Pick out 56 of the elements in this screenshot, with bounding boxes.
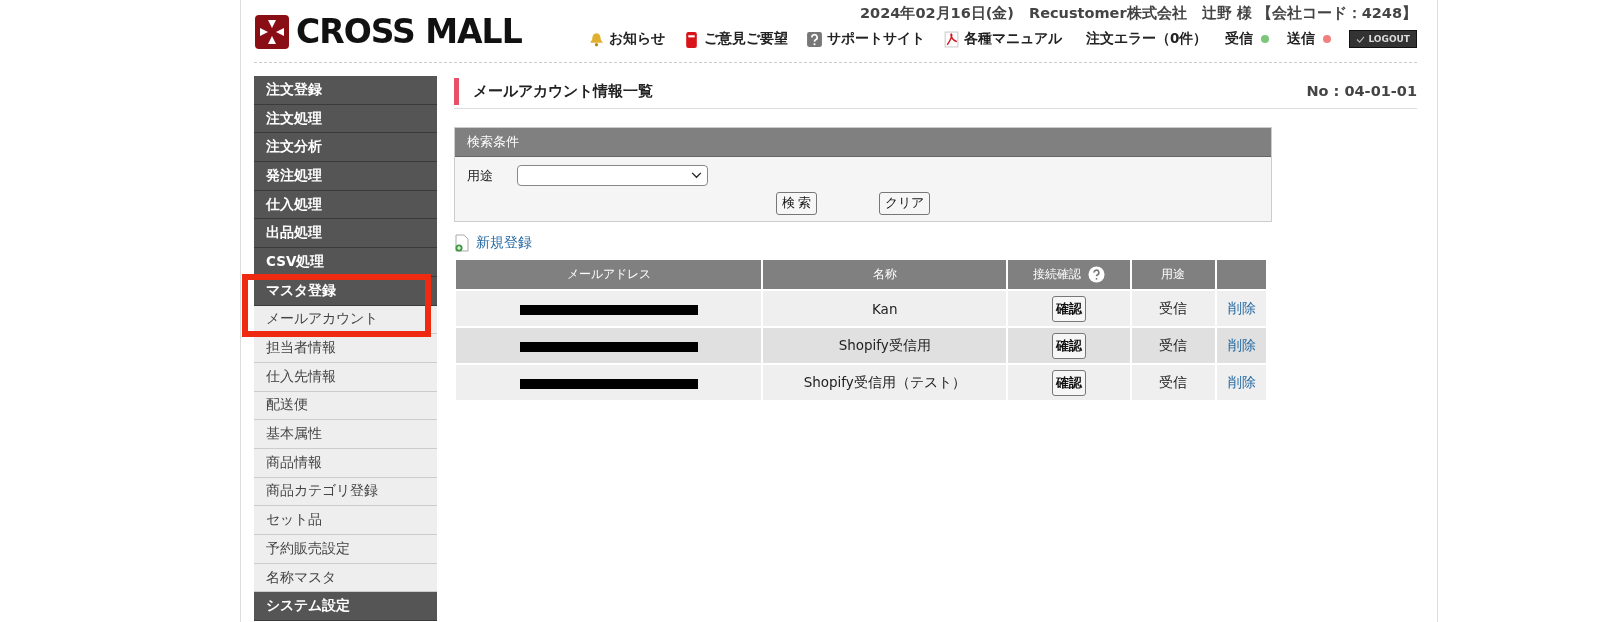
column-header: メールアドレス — [456, 260, 761, 289]
menu-section[interactable]: システム設定 — [254, 592, 437, 622]
search-form-button[interactable]: 検 索 — [775, 192, 818, 215]
panel-header: 検索条件 — [455, 128, 1271, 157]
account-info: 2024年02月16日(金) Recustomer株式会社 辻野 様 【会社コード：4248】 — [860, 4, 1417, 23]
menu-section[interactable]: 注文分析 — [254, 133, 437, 163]
title-accent — [454, 77, 459, 105]
usage-dropdown[interactable] — [517, 165, 708, 186]
column-header: 用途 — [1131, 260, 1216, 289]
table-cell: Shopify受信用（テスト） — [763, 365, 1007, 400]
menu-item[interactable]: 名称マスタ — [254, 563, 437, 593]
menu-item[interactable]: 予約販売設定 — [254, 535, 437, 564]
menu-section[interactable]: CSV処理 — [254, 248, 437, 277]
pdf-icon[interactable] — [943, 30, 961, 48]
menu-item[interactable]: 商品カテゴリ登録 — [254, 477, 437, 507]
menu-section[interactable]: 仕入処理 — [254, 190, 437, 220]
page-number: No : 04-01-01 — [1306, 83, 1417, 99]
menu-section[interactable]: 注文処理 — [254, 104, 437, 134]
table-cell: 受信 — [1131, 291, 1216, 326]
table-cell: 受信 — [1131, 365, 1216, 400]
menu-item[interactable]: 基本属性 — [254, 420, 437, 449]
menu-section[interactable]: 出品処理 — [254, 219, 437, 249]
header-link[interactable]: 注文エラー（0件） — [1086, 30, 1208, 48]
menu-item[interactable]: セット品 — [254, 506, 437, 535]
logo-text[interactable]: CROSS MALL — [296, 12, 522, 51]
menu-section[interactable]: 発注処理 — [254, 162, 437, 191]
confirm-button[interactable]: 確認 — [1052, 295, 1087, 322]
table-cell: Shopify受信用 — [763, 328, 1007, 363]
logo-icon — [254, 13, 290, 50]
menu-item[interactable]: 商品情報 — [254, 448, 437, 478]
page-title: メールアカウント情報一覧 — [473, 81, 654, 101]
menu-item[interactable]: 配送便 — [254, 391, 437, 421]
new-registration-link[interactable]: 新規登録 — [476, 234, 532, 252]
field-label: 用途 — [467, 166, 493, 185]
header-link[interactable]: 各種マニュアル — [964, 30, 1063, 48]
chevron-icon — [691, 172, 702, 179]
check-icon — [1356, 35, 1366, 43]
column-header: 接続確認 — [1008, 260, 1130, 289]
menu-section[interactable]: 注文登録 — [254, 76, 437, 105]
menu-item[interactable]: 仕入先情報 — [254, 362, 437, 392]
help-icon[interactable] — [1088, 266, 1106, 283]
logout-button[interactable]: LOGOUT — [1349, 30, 1417, 48]
table-cell: Kan — [763, 291, 1007, 326]
status-label: 送信 — [1287, 30, 1316, 48]
table-cell: 受信 — [1131, 328, 1216, 363]
column-header: 名称 — [763, 260, 1007, 289]
status-label: 受信 — [1225, 30, 1254, 48]
confirm-button[interactable]: 確認 — [1052, 332, 1087, 359]
help-icon[interactable] — [806, 30, 824, 48]
header-link[interactable]: お知らせ — [609, 30, 666, 48]
new-document-icon[interactable] — [454, 234, 470, 252]
header-link[interactable]: サポートサイト — [827, 30, 926, 48]
header-link[interactable]: ご意見ご要望 — [704, 30, 789, 48]
bell-icon[interactable] — [588, 30, 606, 48]
search-form-button[interactable]: クリア — [879, 192, 931, 215]
confirm-button[interactable]: 確認 — [1052, 369, 1087, 396]
